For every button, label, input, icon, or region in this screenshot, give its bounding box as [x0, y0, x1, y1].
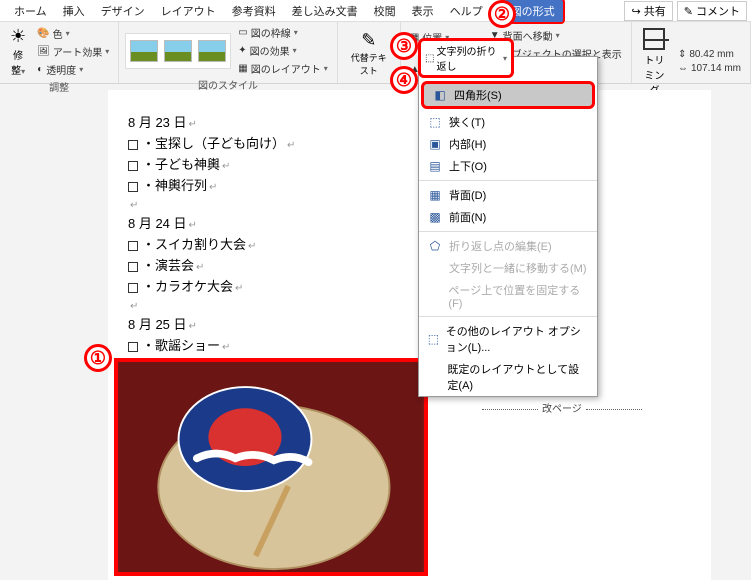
- list-item: スイカ割り大会: [155, 237, 246, 252]
- through-icon: ▣: [427, 137, 443, 151]
- comment-button[interactable]: ✎ コメント: [677, 1, 747, 21]
- wrap-topbottom-item[interactable]: ▤上下(O): [419, 155, 597, 177]
- tab-insert[interactable]: 挿入: [55, 0, 93, 22]
- ribbon-tabs: ホーム 挿入 デザイン レイアウト 参考資料 差し込み文書 校閲 表示 ヘルプ …: [0, 0, 751, 22]
- picture-border-button[interactable]: ▭ 図の枠線▾: [235, 24, 330, 41]
- style-thumb[interactable]: [198, 40, 226, 62]
- height-input[interactable]: ⇕ 80.42 mm: [675, 48, 744, 61]
- checkbox-icon: [128, 161, 138, 171]
- ribbon-body: ☀修整▾ 🎨 色▾ 🖼 アート効果▾ ◐ 透明度▾ 調整 ▭ 図の枠線▾ ✦ 図…: [0, 22, 751, 84]
- alt-text-button[interactable]: ✎代替テキスト: [344, 28, 394, 79]
- group-adjust-label: 調整: [6, 79, 112, 95]
- wrap-text-dropdown-trigger[interactable]: ⬚ 文字列の折り返し▾: [418, 38, 514, 78]
- tab-review[interactable]: 校閲: [366, 0, 404, 22]
- crop-icon: [643, 28, 665, 50]
- wrap-through-item[interactable]: ▣内部(H): [419, 133, 597, 155]
- annotation-marker-4: ④: [390, 66, 418, 94]
- date-heading: 8 月 24 日↵: [128, 213, 691, 232]
- style-thumb[interactable]: [164, 40, 192, 62]
- wrap-text-dropdown: ≣行内(I) ◧四角形(S) ⬚狭く(T) ▣内部(H) ▤上下(O) ▦背面(…: [418, 56, 598, 397]
- inserted-picture[interactable]: [114, 358, 428, 576]
- wrap-edit-points-item: ⬠折り返し点の編集(E): [419, 235, 597, 257]
- checkbox-icon: [128, 241, 138, 251]
- fan-image-icon: [118, 362, 424, 572]
- editpoints-icon: ⬠: [427, 239, 443, 253]
- tab-references[interactable]: 参考資料: [224, 0, 284, 22]
- style-thumb[interactable]: [130, 40, 158, 62]
- list-item: 子ども神輿: [155, 157, 220, 172]
- annotation-marker-1: ①: [84, 344, 112, 372]
- date-heading: 8 月 23 日↵: [128, 112, 691, 131]
- list-item: カラオケ大会: [155, 279, 233, 294]
- tab-help[interactable]: ヘルプ: [442, 0, 491, 22]
- transparency-button[interactable]: ◐ 透明度▾: [34, 61, 112, 78]
- square-icon: ◧: [432, 88, 448, 102]
- list-item: 宝探し（子ども向け）: [155, 136, 285, 151]
- color-button[interactable]: 🎨 色▾: [34, 25, 112, 42]
- wrap-set-default-item[interactable]: 既定のレイアウトとして設定(A): [419, 358, 597, 396]
- tab-design[interactable]: デザイン: [93, 0, 153, 22]
- list-item: 演芸会: [155, 258, 194, 273]
- tab-home[interactable]: ホーム: [6, 0, 55, 22]
- wrap-square-item[interactable]: ◧四角形(S): [421, 81, 595, 109]
- more-options-icon: ⬚: [427, 332, 440, 346]
- checkbox-icon: [128, 140, 138, 150]
- date-heading: 8 月 25 日↵: [128, 314, 691, 333]
- annotation-marker-2: ②: [488, 0, 516, 28]
- picture-effect-button[interactable]: ✦ 図の効果▾: [235, 42, 330, 59]
- list-item: 神輿行列: [155, 178, 207, 193]
- checkbox-icon: [128, 262, 138, 272]
- checkbox-icon: [128, 342, 138, 352]
- tab-layout[interactable]: レイアウト: [153, 0, 224, 22]
- wrap-behind-item[interactable]: ▦背面(D): [419, 184, 597, 206]
- checkbox-icon: [128, 182, 138, 192]
- wrap-fix-position-item: ページ上で位置を固定する(F): [419, 279, 597, 313]
- checkbox-icon: [128, 283, 138, 293]
- picture-layout-button[interactable]: ▦ 図のレイアウト▾: [235, 60, 330, 77]
- wrap-more-options-item[interactable]: ⬚その他のレイアウト オプション(L)...: [419, 320, 597, 358]
- tab-mailmerge[interactable]: 差し込み文書: [284, 0, 366, 22]
- wrap-tight-item[interactable]: ⬚狭く(T): [419, 111, 597, 133]
- page-break-label: 改ページ: [478, 400, 646, 415]
- wrap-front-item[interactable]: ▩前面(N): [419, 206, 597, 228]
- document-body[interactable]: 8 月 23 日↵ ・宝探し（子ども向け）↵ ・子ども神輿↵ ・神輿行列↵ ↵ …: [108, 90, 711, 580]
- front-icon: ▩: [427, 210, 443, 224]
- wrap-move-with-text-item: 文字列と一緒に移動する(M): [419, 257, 597, 279]
- tight-icon: ⬚: [427, 115, 443, 129]
- correct-button[interactable]: ☀修整▾: [6, 24, 30, 79]
- picture-style-gallery[interactable]: [125, 33, 231, 69]
- topbottom-icon: ▤: [427, 159, 443, 173]
- share-button[interactable]: ↪ 共有: [624, 1, 672, 21]
- crop-button[interactable]: トリミング: [638, 24, 671, 99]
- behind-icon: ▦: [427, 188, 443, 202]
- width-input[interactable]: ⇔ 107.14 mm: [675, 62, 744, 75]
- tab-view[interactable]: 表示: [404, 0, 442, 22]
- list-item: 歌謡ショー: [155, 338, 220, 353]
- art-effect-button[interactable]: 🖼 アート効果▾: [34, 43, 112, 60]
- annotation-marker-3: ③: [390, 32, 418, 60]
